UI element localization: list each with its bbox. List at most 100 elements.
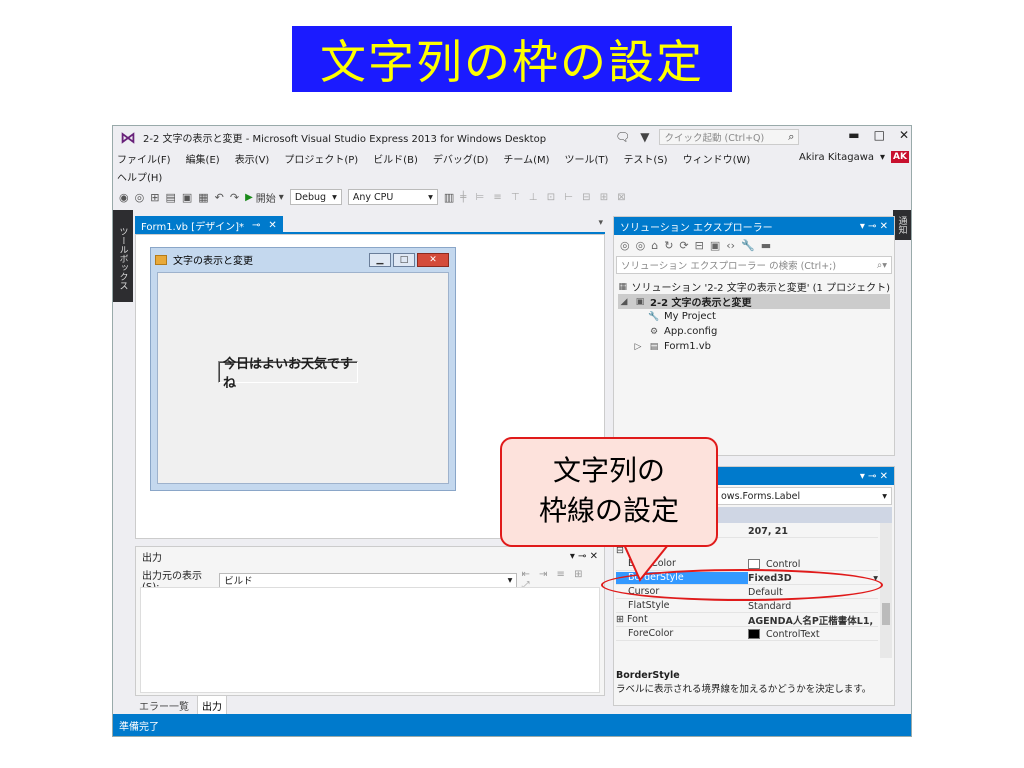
notifications-tab[interactable]: 通知 (893, 210, 911, 240)
new-project-icon[interactable]: ⊞ (150, 191, 159, 204)
slide-title: 文字列の枠の設定 (292, 26, 732, 92)
vb-project-icon: ▣ (635, 296, 645, 307)
forward-icon[interactable]: ◎ (636, 239, 646, 252)
preview-icon[interactable]: ▬ (761, 239, 771, 252)
menu-tools[interactable]: ツール(T) (565, 151, 609, 166)
history-icon[interactable]: ↻ (664, 239, 673, 252)
tree-item-app-config[interactable]: ⚙ App.config (618, 324, 890, 339)
menu-bar: ファイル(F) 編集(E) 表示(V) プロジェクト(P) ビルド(B) デバッ… (113, 148, 911, 186)
undo-icon[interactable]: ↶ (215, 191, 224, 204)
expand-icon[interactable]: ▷ (632, 342, 644, 352)
tab-output[interactable]: 出力 (197, 696, 227, 716)
menu-edit[interactable]: 編集(E) (186, 151, 220, 166)
expand-icon[interactable]: ◢ (618, 297, 630, 307)
tree-item-solution[interactable]: ▦ ソリューション '2-2 文字の表示と変更' (1 プロジェクト) (618, 279, 890, 295)
properties-scrollbar[interactable] (880, 523, 892, 658)
menu-file[interactable]: ファイル(F) (117, 151, 171, 166)
quick-launch-input[interactable]: クイック起動 (Ctrl+Q) ⌕ (659, 129, 800, 145)
notification-flag-icon[interactable]: ▼ (640, 130, 649, 144)
menu-help[interactable]: ヘルプ(H) (117, 173, 162, 184)
properties-icon[interactable]: 🔧 (741, 239, 755, 252)
label1[interactable]: 今日はよいお天気ですね (218, 357, 358, 391)
back-icon[interactable]: ◎ (620, 239, 630, 252)
refresh-icon[interactable]: ⟳ (679, 239, 688, 252)
search-icon: ⌕ (788, 130, 795, 143)
collapse-icon[interactable]: ⊟ (695, 239, 704, 252)
chevron-down-icon: ▾ (507, 574, 513, 586)
panel-controls[interactable]: ▾ ⊸ ✕ (570, 551, 598, 562)
platform-select[interactable]: Any CPU ▾ (347, 189, 438, 205)
close-button[interactable]: ✕ (899, 128, 909, 142)
output-text-area[interactable] (140, 587, 600, 693)
menu-test[interactable]: テスト(S) (623, 151, 667, 166)
menu-debug[interactable]: デバッグ(D) (433, 151, 489, 166)
code-icon[interactable]: ‹› (726, 239, 735, 252)
panel-controls[interactable]: ▾ ⊸ ✕ (860, 471, 888, 482)
open-file-icon[interactable]: ▤ (165, 191, 175, 204)
solution-explorer-title: ソリューション エクスプローラー (620, 222, 773, 234)
find-icon[interactable]: ▥ (444, 191, 454, 204)
form-window[interactable]: 文字の表示と変更 ▁ □ ✕ 今日はよいお天気ですね (150, 247, 456, 491)
search-icon: ⌕▾ (876, 259, 887, 271)
prop-row-flatstyle[interactable]: FlatStyle Standard (616, 600, 878, 613)
prop-row-forecolor[interactable]: ForeColor ControlText (616, 628, 878, 641)
callout-box: 文字列の 枠線の設定 (500, 437, 718, 547)
form-title-bar: 文字の表示と変更 (155, 252, 253, 267)
solution-toolbar: ◎ ◎ ⌂ ↻ ⟳ ⊟ ▣ ‹› 🔧 ▬ (614, 235, 894, 255)
property-description: BorderStyle ラベルに表示される境界線を加えるかどうかを決定します。 (616, 670, 872, 695)
play-icon: ▶ (245, 191, 253, 203)
window-title: 2-2 文字の表示と変更 - Microsoft Visual Studio E… (143, 133, 547, 145)
minimize-button[interactable]: ▬ (848, 128, 859, 142)
tree-item-my-project[interactable]: 🔧 My Project (618, 309, 890, 324)
prop-row-font[interactable]: ⊞ Font AGENDA人名P正楷書体L1, (616, 614, 878, 627)
user-account[interactable]: Akira Kitagawa ▾ AK (799, 151, 909, 163)
tree-item-form1[interactable]: ▷ ▤ Form1.vb (618, 339, 890, 354)
form-file-icon: ▤ (649, 341, 659, 352)
chevron-down-icon[interactable]: ▾ (598, 218, 603, 228)
menu-view[interactable]: 表示(V) (235, 151, 270, 166)
status-bar: 準備完了 (113, 714, 911, 736)
solution-explorer: ソリューション エクスプローラー ▾ ⊸ ✕ ◎ ◎ ⌂ ↻ ⟳ ⊟ ▣ ‹› … (613, 216, 895, 456)
color-swatch (748, 629, 760, 639)
tree-item-project[interactable]: ◢ ▣ 2-2 文字の表示と変更 (618, 294, 890, 309)
solution-config-select[interactable]: Debug ▾ (289, 189, 342, 205)
tab-error-list[interactable]: エラー一覧 (135, 696, 193, 716)
redo-icon[interactable]: ↷ (230, 191, 239, 204)
save-all-icon[interactable]: ▦ (198, 191, 208, 204)
menu-team[interactable]: チーム(M) (503, 151, 549, 166)
back-icon[interactable]: ◉ (119, 191, 129, 204)
layout-toolbar-icons: ╪ ⊨ ≡ ⊤ ⊥ ⊡ ⊢ ⊟ ⊞ ⊠ (460, 191, 629, 203)
designer-tab-strip: Form1.vb [デザイン]* ⊸ ✕ ▾ (135, 216, 605, 234)
output-title: 出力 (142, 552, 162, 564)
close-tab-icon[interactable]: ✕ (268, 220, 276, 231)
toolbar: ◉ ◎ ⊞ ▤ ▣ ▦ ↶ ↷ ▶ 開始 ▾ Debug ▾ Any CPU ▾ ▥… (113, 186, 911, 208)
output-panel: 出力 ▾ ⊸ ✕ 出力元の表示(S): ビルド ▾ ⇤ ⇥ ≡ ⊞ ⤢ (135, 546, 605, 696)
tab-form1-designer[interactable]: Form1.vb [デザイン]* ⊸ ✕ (135, 216, 283, 234)
bottom-tab-strip: エラー一覧 出力 (135, 696, 227, 716)
form-close-button[interactable]: ✕ (417, 253, 449, 267)
maximize-button[interactable]: □ (874, 128, 885, 142)
chevron-down-icon: ▾ (882, 490, 887, 502)
solution-search-input[interactable]: ソリューション エクスプローラー の検索 (Ctrl+;) ⌕▾ (616, 256, 892, 274)
chevron-down-icon: ▾ (880, 151, 886, 163)
menu-project[interactable]: プロジェクト(P) (284, 151, 358, 166)
toolbox-tab[interactable]: ツールボックス (113, 210, 133, 302)
form-app-icon (155, 254, 167, 265)
chevron-down-icon: ▾ (332, 191, 337, 203)
feedback-icon[interactable]: 🗨 (615, 130, 630, 144)
panel-controls[interactable]: ▾ ⊸ ✕ (860, 221, 888, 232)
show-all-icon[interactable]: ▣ (710, 239, 720, 252)
menu-build[interactable]: ビルド(B) (373, 151, 418, 166)
output-source-select[interactable]: ビルド ▾ (219, 572, 518, 588)
menu-window[interactable]: ウィンドウ(W) (683, 151, 751, 166)
chevron-down-icon: ▾ (278, 191, 284, 203)
save-icon[interactable]: ▣ (182, 191, 192, 204)
config-file-icon: ⚙ (649, 326, 659, 337)
start-button[interactable]: ▶ 開始 ▾ (245, 190, 284, 205)
forward-icon[interactable]: ◎ (135, 191, 145, 204)
pin-icon[interactable]: ⊸ (252, 220, 260, 231)
form-maximize-button[interactable]: □ (393, 253, 415, 267)
form-minimize-button[interactable]: ▁ (369, 253, 391, 267)
solution-tree: ▦ ソリューション '2-2 文字の表示と変更' (1 プロジェクト) ◢ ▣ … (614, 275, 894, 358)
home-icon[interactable]: ⌂ (651, 239, 658, 252)
